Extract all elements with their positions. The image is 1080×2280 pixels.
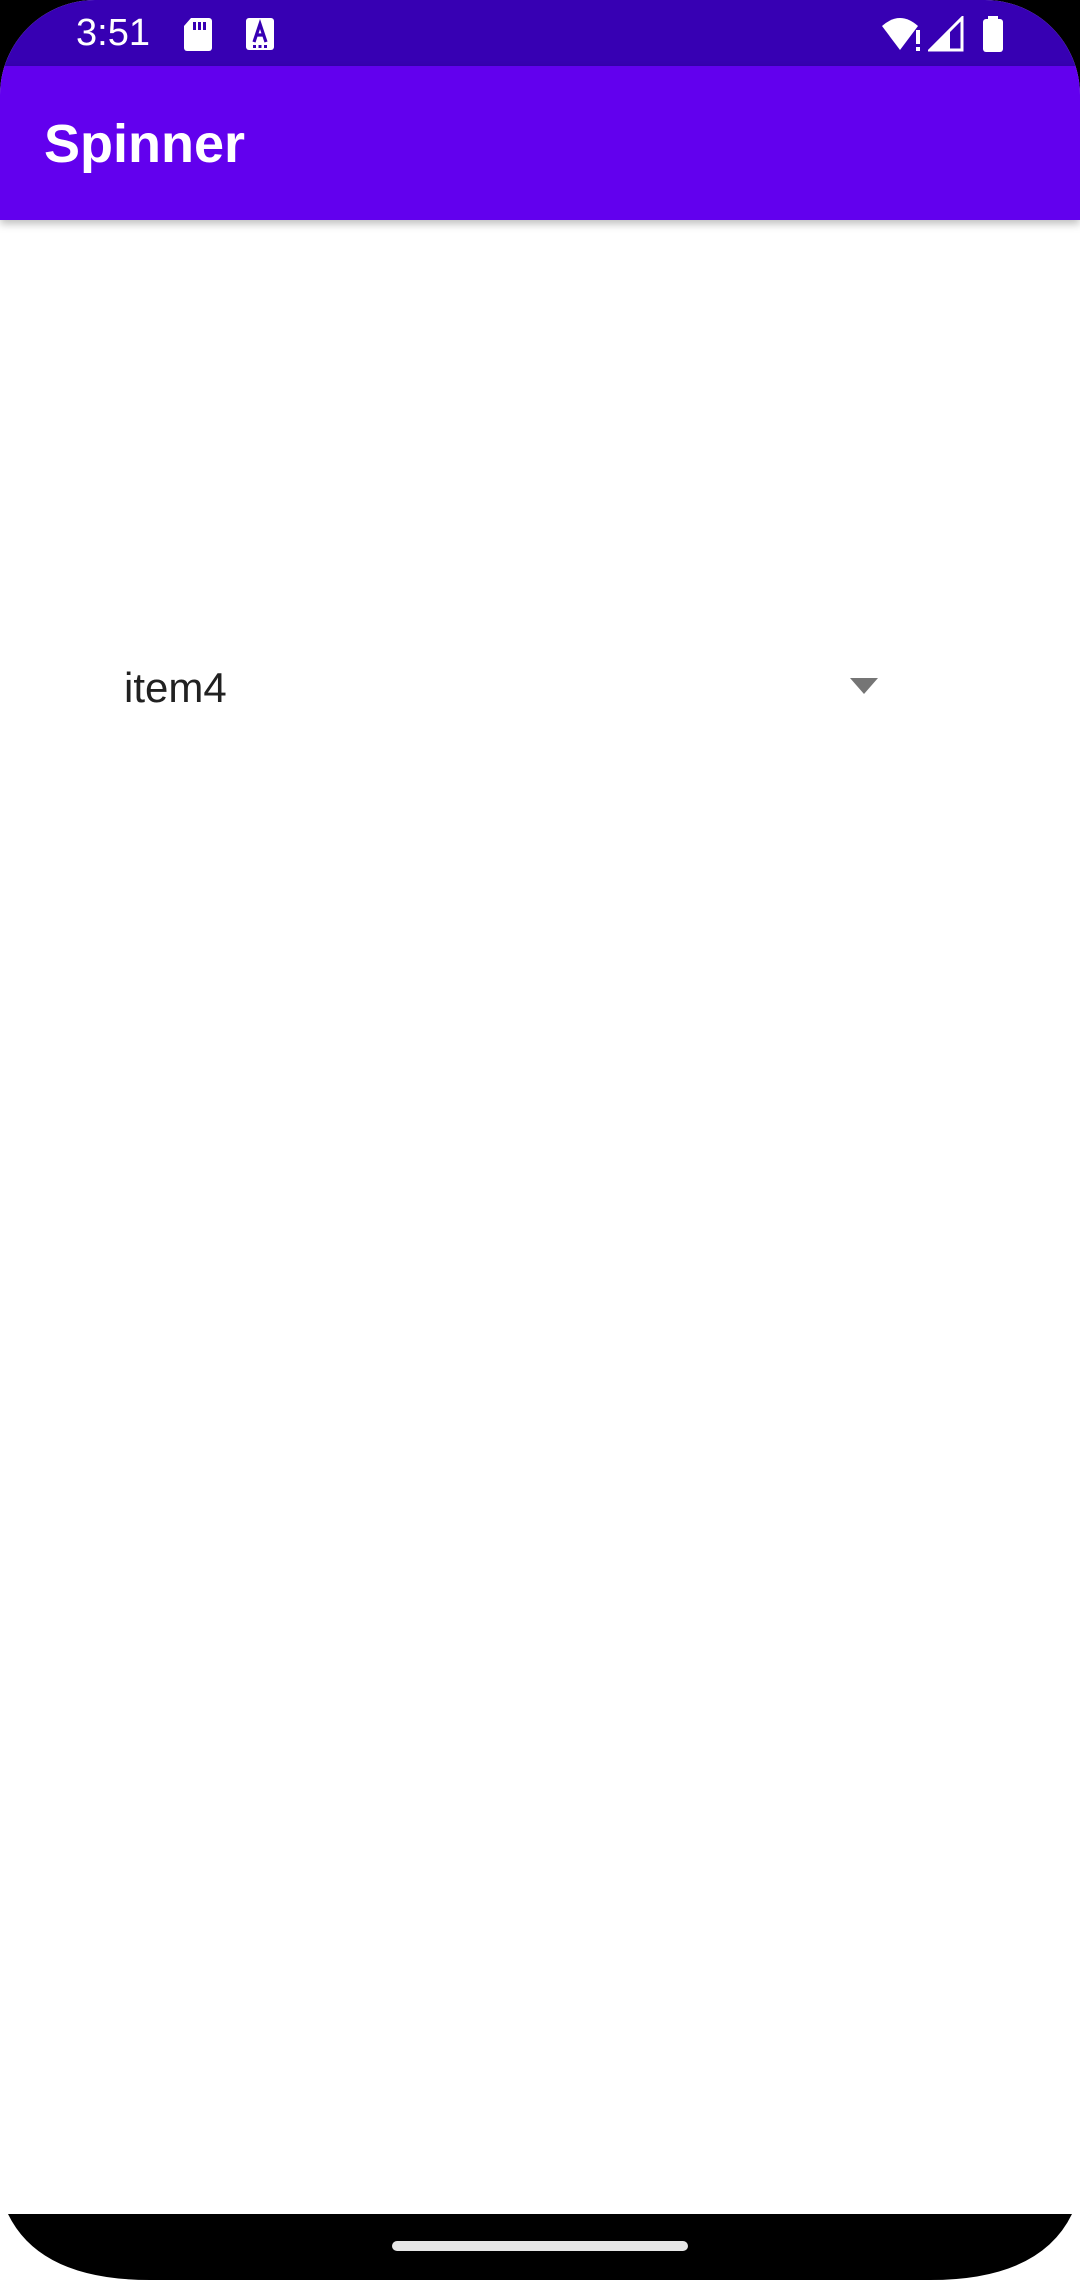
spinner-dropdown[interactable]: item4 <box>100 640 900 740</box>
signal-icon <box>928 16 964 52</box>
battery-icon <box>983 16 1003 52</box>
status-bar: 3:51 <box>0 0 1080 66</box>
app-title: Spinner <box>44 114 246 174</box>
app-bar: Spinner <box>0 66 1080 220</box>
wifi-icon <box>882 18 920 51</box>
text-a-icon <box>246 18 274 50</box>
status-time: 3:51 <box>76 12 150 54</box>
sd-card-icon <box>184 18 212 51</box>
screen-corner-mask <box>0 2214 1080 2280</box>
dropdown-arrow-icon <box>850 678 878 694</box>
app-screen: 3:51 Spinner item4 <box>0 0 1080 2280</box>
spinner-selected-value: item4 <box>124 664 227 711</box>
home-gesture-handle[interactable] <box>392 2241 688 2251</box>
